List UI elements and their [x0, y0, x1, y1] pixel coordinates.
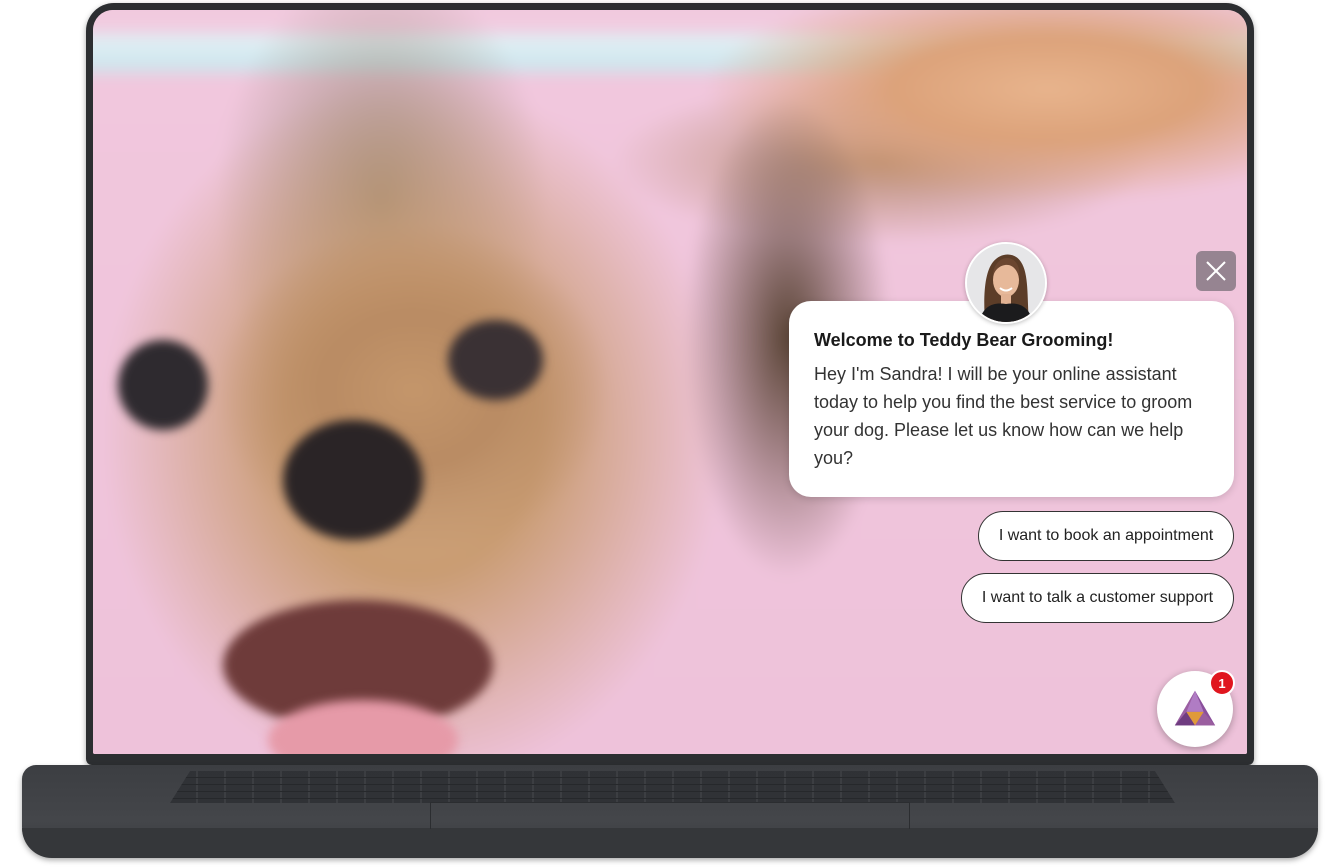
close-chat-button[interactable]: [1196, 251, 1236, 291]
chat-message: Hey I'm Sandra! I will be your online as…: [814, 364, 1193, 468]
notification-badge: 1: [1209, 670, 1235, 696]
gem-icon: [1174, 690, 1216, 726]
laptop-keyboard-rows: [170, 771, 1175, 803]
laptop-base-edge: [22, 828, 1318, 858]
chat-welcome-bubble: Welcome to Teddy Bear Grooming! Hey I'm …: [789, 301, 1234, 497]
dog-eye-left: [118, 340, 208, 430]
chat-title: Welcome to Teddy Bear Grooming!: [814, 330, 1114, 350]
laptop-screen: Welcome to Teddy Bear Grooming! Hey I'm …: [93, 10, 1247, 754]
dog-nose: [283, 420, 423, 540]
assistant-avatar: [965, 242, 1047, 324]
quick-reply-book-appointment[interactable]: I want to book an appointment: [978, 511, 1234, 561]
quick-reply-customer-support[interactable]: I want to talk a customer support: [961, 573, 1234, 623]
dog-eye-right: [448, 320, 543, 400]
laptop-mockup: Welcome to Teddy Bear Grooming! Hey I'm …: [0, 0, 1340, 867]
close-icon: [1206, 261, 1226, 281]
laptop-trackpad: [430, 802, 910, 829]
assistant-portrait: [967, 244, 1045, 322]
